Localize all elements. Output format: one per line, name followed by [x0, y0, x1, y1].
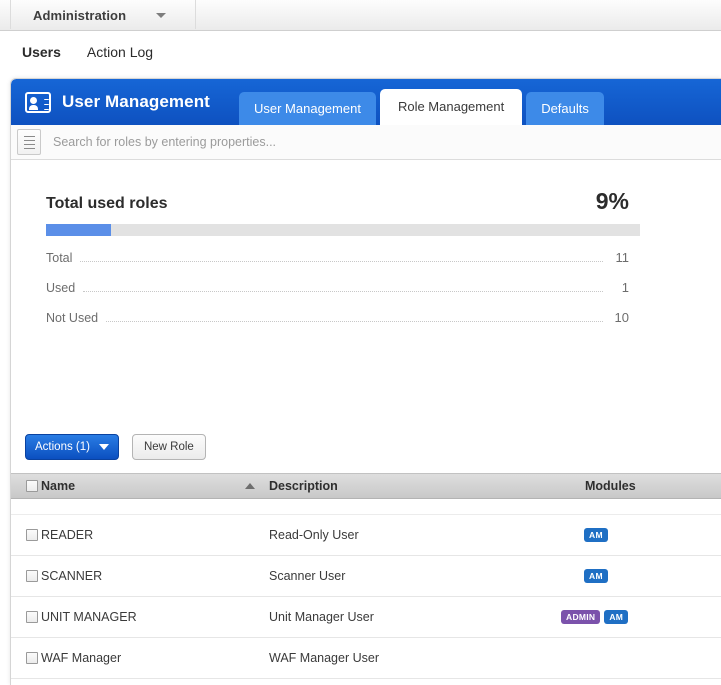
tab-role-management[interactable]: Role Management [379, 89, 523, 125]
summary-row-not-used: Not Used 10 [46, 310, 629, 340]
column-header-name-label: Name [41, 479, 76, 493]
panel-title-group: User Management [25, 79, 210, 125]
sub-navigation: Users Action Log [0, 31, 721, 73]
row-checkbox[interactable] [26, 570, 38, 582]
summary-row-not-used-value: 10 [614, 310, 629, 325]
summary-header: Total used roles 9% [46, 190, 629, 213]
id-card-icon [25, 91, 51, 113]
table-row[interactable]: WAF Manager WAF Manager User [11, 638, 721, 679]
panel-header: User Management User Management Role Man… [11, 79, 721, 125]
column-header-description[interactable]: Description [269, 479, 584, 493]
dot-leader [80, 260, 603, 262]
cell-description: Read-Only User [269, 528, 359, 542]
top-menu-bar: Administration [0, 0, 721, 31]
row-checkbox[interactable] [26, 611, 38, 623]
row-checkbox[interactable] [26, 652, 38, 664]
cell-name: WAF Manager [41, 651, 122, 665]
cell-name: READER [41, 528, 94, 542]
cell-description: Unit Manager User [269, 610, 374, 624]
summary-rows: Total 11 Used 1 Not Used 10 [46, 250, 629, 340]
page-title: User Management [62, 92, 210, 111]
table-row[interactable]: SCANNER Scanner User AM [11, 556, 721, 597]
column-header-modules[interactable]: Modules [584, 479, 721, 493]
menu-administration-label: Administration [33, 8, 127, 23]
row-select-cell [11, 529, 41, 541]
subnav-item-action-log[interactable]: Action Log [87, 44, 153, 60]
chevron-down-icon [98, 444, 109, 450]
summary-title: Total used roles [46, 195, 168, 212]
table-toolbar: Actions (1) New Role [25, 434, 206, 460]
summary-row-not-used-label: Not Used [46, 311, 99, 325]
row-select-cell [11, 611, 41, 623]
subnav-item-users[interactable]: Users [22, 44, 61, 60]
new-role-button-label: New Role [143, 441, 194, 453]
module-badge-admin: ADMIN [561, 609, 601, 625]
summary-row-total-value: 11 [615, 250, 630, 265]
row-checkbox[interactable] [26, 529, 38, 541]
actions-button-label: Actions (1) [35, 441, 90, 453]
tab-defaults[interactable]: Defaults [526, 92, 604, 125]
summary-row-used-value: 1 [621, 280, 629, 295]
roles-table: Name Description Modules READER Read-Onl… [11, 473, 721, 679]
cell-description: WAF Manager User [269, 651, 379, 665]
roles-usage-summary: Total used roles 9% Total 11 Used 1 Not … [11, 160, 721, 340]
row-select-cell [11, 652, 41, 664]
table-row[interactable]: UNIT MANAGER Unit Manager User ADMIN AM [11, 597, 721, 638]
module-badge-am: AM [584, 568, 608, 584]
cell-name: UNIT MANAGER [41, 610, 137, 624]
select-all-checkbox[interactable] [26, 480, 38, 492]
list-properties-icon[interactable] [17, 129, 41, 155]
chevron-down-icon [156, 13, 167, 18]
module-badge-am: AM [604, 609, 629, 625]
table-top-spacer [11, 499, 721, 515]
table-header-row: Name Description Modules [11, 473, 721, 499]
usage-progress-bar [46, 224, 640, 236]
cell-description: Scanner User [269, 569, 346, 583]
panel-tab-bar: User Management Role Management Defaults [239, 89, 608, 125]
cell-modules: AM [584, 568, 721, 584]
module-badge-am: AM [584, 527, 608, 543]
dot-leader [83, 290, 603, 292]
row-select-cell [11, 570, 41, 582]
tab-user-management[interactable]: User Management [239, 92, 376, 125]
new-role-button[interactable]: New Role [131, 434, 206, 460]
cell-modules: AM [584, 527, 721, 543]
sort-ascending-icon [245, 483, 255, 489]
column-header-description-label: Description [269, 479, 338, 493]
cell-modules: ADMIN AM [561, 609, 721, 625]
column-header-name[interactable]: Name [41, 479, 269, 493]
actions-button[interactable]: Actions (1) [25, 434, 119, 460]
summary-row-used-label: Used [46, 281, 76, 295]
topbar-divider-right [195, 0, 196, 29]
select-all-cell [11, 480, 41, 492]
search-bar [11, 125, 721, 160]
summary-row-used: Used 1 [46, 280, 629, 310]
dot-leader [106, 320, 603, 322]
column-header-modules-label: Modules [585, 479, 636, 493]
table-row[interactable]: READER Read-Only User AM [11, 515, 721, 556]
menu-administration[interactable]: Administration [11, 0, 180, 31]
summary-percent: 9% [595, 188, 629, 214]
search-input[interactable] [51, 134, 715, 150]
user-management-panel: User Management User Management Role Man… [10, 78, 721, 685]
summary-row-total-label: Total [46, 251, 73, 265]
cell-name: SCANNER [41, 569, 103, 583]
usage-progress-fill [46, 224, 112, 236]
summary-row-total: Total 11 [46, 250, 629, 280]
